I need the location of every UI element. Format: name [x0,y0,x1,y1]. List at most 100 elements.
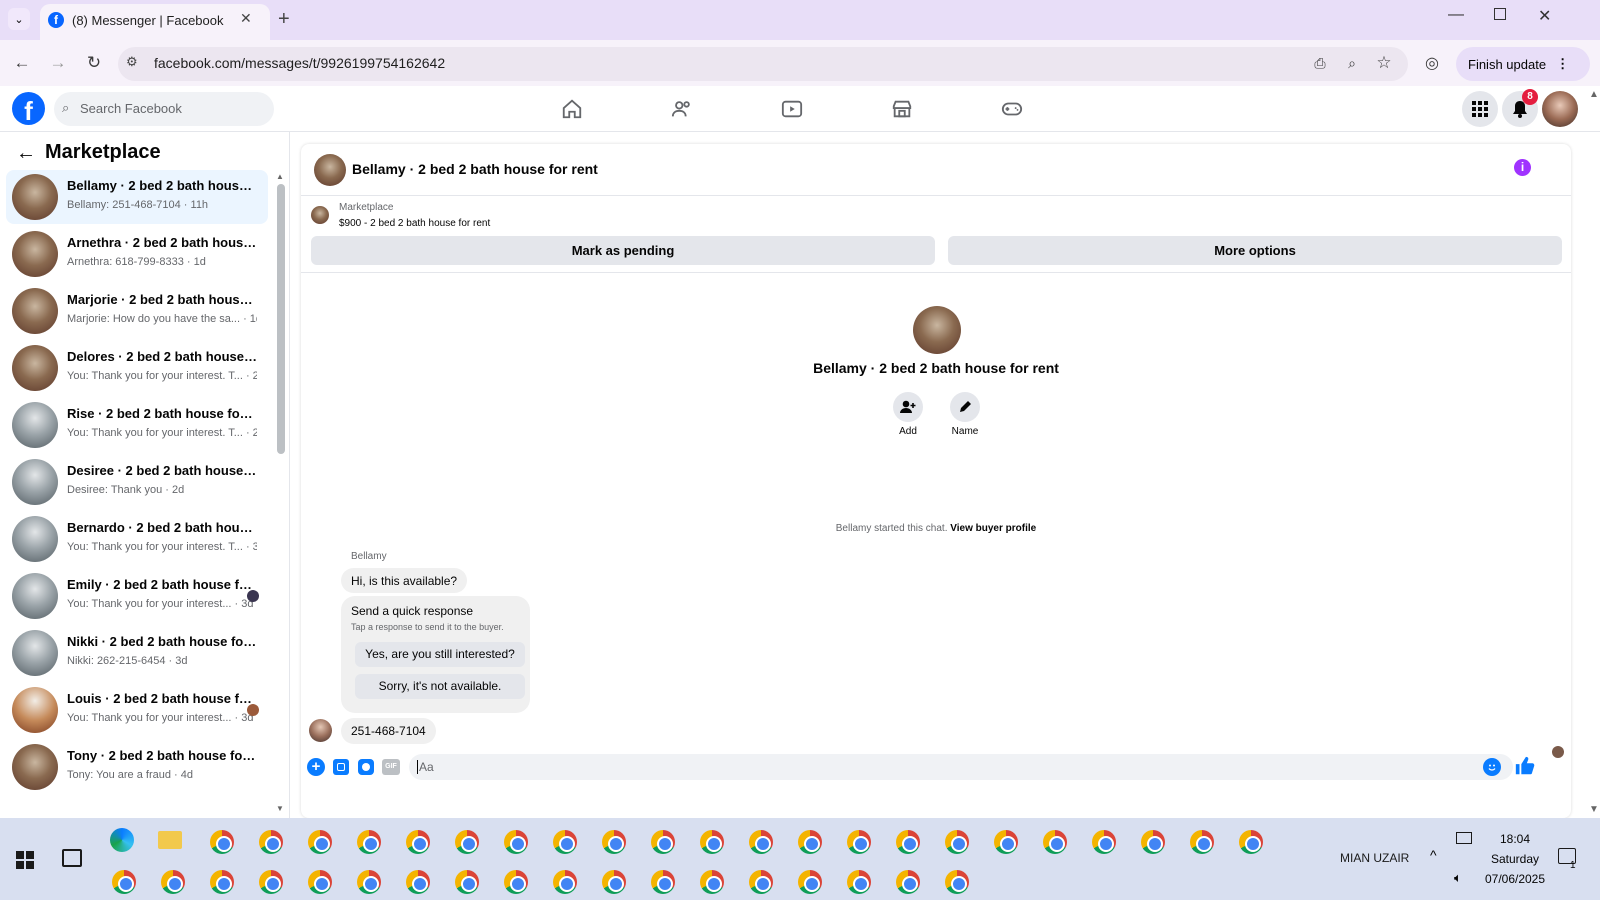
plus-icon[interactable]: + [307,758,325,776]
conversation-item[interactable]: Desiree · 2 bed 2 bath house for... Desir… [6,455,268,509]
thumbs-up-icon[interactable] [1514,755,1536,777]
video-icon[interactable] [774,94,810,124]
chrome-taskbar-icon[interactable] [1190,830,1214,854]
sidebar-scrollbar[interactable] [277,184,285,454]
chrome-taskbar-icon[interactable] [700,870,724,894]
site-info-icon[interactable]: ⚙ [126,54,138,70]
chrome-taskbar-icon[interactable] [210,830,234,854]
window-close-icon[interactable]: ✕ [1538,6,1551,26]
gif-icon[interactable]: GIF [382,759,400,775]
chrome-taskbar-icon[interactable] [847,830,871,854]
back-icon[interactable]: ← [6,47,38,79]
home-icon[interactable] [554,94,590,124]
quick-reply-sorry-button[interactable]: Sorry, it's not available. [355,674,525,699]
clock-day[interactable]: Saturday [1470,852,1560,866]
message-input[interactable]: Aa [409,754,1513,780]
sticker-icon[interactable] [358,759,374,775]
menu-dots-icon[interactable]: ⋮ [1556,56,1569,72]
new-tab-icon[interactable]: + [278,8,290,31]
chrome-taskbar-icon[interactable] [553,830,577,854]
conversation-item[interactable]: Tony · 2 bed 2 bath house for re... Tony:… [6,740,268,794]
chrome-taskbar-icon[interactable] [994,830,1018,854]
install-app-icon[interactable]: ⎙ [1304,47,1336,79]
chrome-taskbar-icon[interactable] [700,830,724,854]
chrome-taskbar-icon[interactable] [945,870,969,894]
chrome-taskbar-icon[interactable] [259,830,283,854]
conversation-item[interactable]: Arnethra · 2 bed 2 bath house f... Arneth… [6,227,268,281]
page-scroll-down-icon[interactable]: ▼ [1589,804,1599,815]
marketplace-icon[interactable] [884,94,920,124]
add-person-icon[interactable] [893,392,923,422]
sender-avatar[interactable] [309,719,332,742]
chrome-taskbar-icon[interactable] [406,870,430,894]
chrome-taskbar-icon[interactable] [749,830,773,854]
chrome-taskbar-icon[interactable] [455,830,479,854]
facebook-logo-icon[interactable]: f [12,92,45,125]
quick-reply-yes-button[interactable]: Yes, are you still interested? [355,642,525,667]
emoji-icon[interactable] [1483,758,1501,776]
chrome-taskbar-icon[interactable] [651,870,675,894]
chrome-taskbar-icon[interactable] [504,830,528,854]
listing-thumbnail[interactable] [311,206,329,224]
conversation-item[interactable]: Bellamy · 2 bed 2 bath house fo... Bellam… [6,170,268,224]
zoom-icon[interactable]: ⌕ [1336,47,1368,79]
conversation-item[interactable]: Louis · 2 bed 2 bath house fo... You: Tha… [6,683,268,737]
clock-time[interactable]: 18:04 [1470,832,1560,846]
message-bubble[interactable]: 251-468-7104 [341,718,436,744]
listing-text[interactable]: $900 - 2 bed 2 bath house for rent [339,218,490,229]
conversation-item[interactable]: Bernardo · 2 bed 2 bath house f... You: T… [6,512,268,566]
page-scroll-up-icon[interactable]: ▲ [1589,89,1599,100]
conversation-item[interactable]: Delores · 2 bed 2 bath house fo... You: T… [6,341,268,395]
chrome-taskbar-icon[interactable] [798,870,822,894]
edge-icon[interactable] [110,828,134,852]
tab-list-icon[interactable]: ⌄ [8,8,30,30]
photo-icon[interactable] [333,759,349,775]
back-arrow-icon[interactable]: ← [16,142,36,165]
chrome-taskbar-icon[interactable] [406,830,430,854]
reload-icon[interactable]: ↻ [78,47,110,79]
info-icon[interactable]: i [1514,159,1531,176]
account-avatar[interactable] [1542,91,1578,127]
profile-avatar[interactable] [913,306,961,354]
file-explorer-icon[interactable] [158,831,182,849]
chrome-taskbar-icon[interactable] [847,870,871,894]
close-tab-icon[interactable]: ✕ [240,10,252,27]
chrome-taskbar-icon[interactable] [553,870,577,894]
chrome-taskbar-icon[interactable] [259,870,283,894]
clock-date[interactable]: 07/06/2025 [1470,872,1560,886]
chrome-taskbar-icon[interactable] [749,870,773,894]
conversation-item[interactable]: Emily · 2 bed 2 bath house fo... You: Tha… [6,569,268,623]
minimize-icon[interactable]: — [1448,6,1464,24]
address-bar[interactable]: ⚙ facebook.com/messages/t/99261997541626… [118,47,1408,81]
conversation-item[interactable]: Marjorie · 2 bed 2 bath house f... Marjor… [6,284,268,338]
volume-icon[interactable]: 🔈︎ [1454,870,1462,886]
edit-name-pencil-icon[interactable] [950,392,980,422]
conversation-item[interactable]: Rise · 2 bed 2 bath house for rent You: T… [6,398,268,452]
chrome-taskbar-icon[interactable] [357,830,381,854]
chrome-taskbar-icon[interactable] [210,870,234,894]
chrome-taskbar-icon[interactable] [651,830,675,854]
chrome-taskbar-icon[interactable] [896,830,920,854]
restore-icon[interactable] [1494,8,1506,20]
taskbar-user[interactable]: MIAN UZAIR [1340,851,1409,865]
conversation-item[interactable]: Nikki · 2 bed 2 bath house for r... Nikki… [6,626,268,680]
chrome-taskbar-icon[interactable] [455,870,479,894]
more-options-button[interactable]: More options [948,236,1562,265]
bookmark-star-icon[interactable]: ☆ [1368,47,1400,79]
chrome-taskbar-icon[interactable] [602,870,626,894]
chrome-taskbar-icon[interactable] [357,870,381,894]
gaming-icon[interactable] [994,94,1030,124]
chrome-taskbar-icon[interactable] [1092,830,1116,854]
forward-icon[interactable]: → [42,47,74,79]
message-bubble[interactable]: Hi, is this available? [341,568,468,593]
chrome-taskbar-icon[interactable] [1043,830,1067,854]
finish-update-button[interactable]: Finish update ⋮ [1456,47,1590,81]
mark-as-pending-button[interactable]: Mark as pending [311,236,935,265]
view-buyer-profile-link[interactable]: View buyer profile [950,523,1036,534]
profile-icon[interactable]: ◎ [1416,47,1448,79]
chat-header-title[interactable]: Bellamy · 2 bed 2 bath house for rent [352,161,598,177]
tab-messenger[interactable]: f (8) Messenger | Facebook ✕ [40,4,270,40]
menu-grid-icon[interactable] [1462,91,1498,127]
chrome-taskbar-icon[interactable] [112,870,136,894]
chrome-taskbar-icon[interactable] [798,830,822,854]
